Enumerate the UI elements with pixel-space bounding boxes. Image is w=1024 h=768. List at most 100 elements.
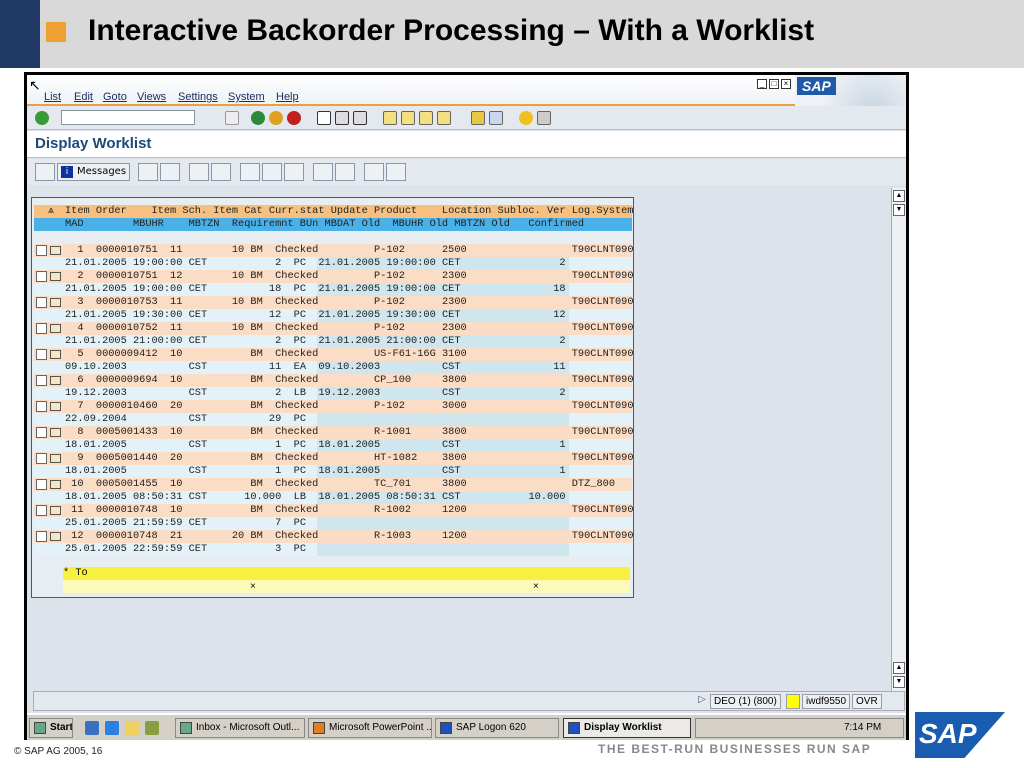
- row-select-checkbox[interactable]: [36, 297, 47, 308]
- page-down-icon[interactable]: ▼: [893, 204, 905, 216]
- folder-icon[interactable]: [50, 350, 61, 359]
- table-row[interactable]: 7 0000010460 20 BM Checked P-102 3000 T90CLNT09…: [34, 400, 634, 413]
- layout-menu-icon[interactable]: [537, 111, 551, 125]
- menu-list[interactable]: List: [44, 91, 61, 103]
- maximize-icon[interactable]: □: [769, 79, 779, 89]
- folder-icon[interactable]: [50, 454, 61, 463]
- row-select-checkbox[interactable]: [36, 505, 47, 516]
- status-expand-icon[interactable]: ▷: [698, 694, 706, 705]
- folder-icon[interactable]: [50, 298, 61, 307]
- find-icon[interactable]: [335, 111, 349, 125]
- row-select-checkbox[interactable]: [36, 401, 47, 412]
- status-session-icon[interactable]: [786, 694, 800, 709]
- command-field[interactable]: [61, 110, 195, 125]
- row-select-checkbox[interactable]: [36, 375, 47, 386]
- menu-help[interactable]: Help: [276, 91, 299, 103]
- exit-icon[interactable]: [269, 111, 283, 125]
- menu-views[interactable]: Views: [137, 91, 166, 103]
- minimize-icon[interactable]: _: [757, 79, 767, 89]
- export-button[interactable]: [386, 163, 406, 181]
- help-icon[interactable]: [519, 111, 533, 125]
- quicklaunch-outlook-icon[interactable]: [145, 721, 159, 735]
- folder-icon[interactable]: [50, 402, 61, 411]
- messages-button[interactable]: i Messages: [57, 163, 131, 181]
- save-layout-button[interactable]: [284, 163, 304, 181]
- menu-goto[interactable]: Goto: [103, 91, 127, 103]
- create-session-icon[interactable]: [471, 111, 485, 125]
- sort-descending-button[interactable]: [211, 163, 231, 181]
- folder-icon[interactable]: [50, 506, 61, 515]
- subtotal-button[interactable]: [335, 163, 355, 181]
- folder-icon[interactable]: [50, 246, 61, 255]
- status-mode[interactable]: OVR: [852, 694, 882, 709]
- table-row[interactable]: 4 0000010752 11 10 BM Checked P-102 2300 T90CLNT…: [34, 322, 634, 335]
- previous-page-icon[interactable]: [401, 111, 415, 125]
- save-icon[interactable]: [225, 111, 239, 125]
- next-page-icon[interactable]: [419, 111, 433, 125]
- quicklaunch-explorer-icon[interactable]: [125, 721, 139, 735]
- table-row[interactable]: 12 0000010748 21 20 BM Checked R-1003 1200 T90CL…: [34, 530, 634, 543]
- folder-icon[interactable]: [50, 324, 61, 333]
- table-row[interactable]: 8 0005001433 10 BM Checked R-1001 3800 T90CLNT0…: [34, 426, 634, 439]
- row-select-checkbox[interactable]: [36, 245, 47, 256]
- back-icon[interactable]: [251, 111, 265, 125]
- folder-icon[interactable]: [50, 376, 61, 385]
- filter-button[interactable]: [160, 163, 180, 181]
- task-outlook[interactable]: Inbox - Microsoft Outl...: [175, 718, 305, 738]
- page-up-icon[interactable]: ▲: [893, 662, 905, 674]
- table-row[interactable]: 5 0000009412 10 BM Checked US-F61-16G 3100 T90C…: [34, 348, 634, 361]
- find-next-icon[interactable]: [353, 111, 367, 125]
- table-row[interactable]: 2 0000010751 12 10 BM Checked P-102 2300 T90CLNT…: [34, 270, 634, 283]
- row-select-checkbox[interactable]: [36, 271, 47, 282]
- table-row[interactable]: 9 0005001440 20 BM Checked HT-1082 3800 T90CLNT…: [34, 452, 634, 465]
- row-select-checkbox[interactable]: [36, 531, 47, 542]
- details-button[interactable]: [35, 163, 55, 181]
- cell-mad: 21.01.2005 21:00:00 CET: [65, 335, 208, 347]
- cell-n: 11: [71, 504, 84, 516]
- sum-button[interactable]: [313, 163, 333, 181]
- cell-mbdat: 09.10.2003: [318, 361, 381, 373]
- table-row[interactable]: 3 0000010753 11 10 BM Checked P-102 2300 T90CLNT…: [34, 296, 634, 309]
- last-page-icon[interactable]: [437, 111, 451, 125]
- table-row[interactable]: 6 0000009694 10 BM Checked CP_100 3800 T90CLNT0…: [34, 374, 634, 387]
- sort-icon[interactable]: ⩓: [48, 205, 54, 218]
- row-select-checkbox[interactable]: [36, 427, 47, 438]
- task-display-worklist[interactable]: Display Worklist: [563, 718, 691, 738]
- row-select-checkbox[interactable]: [36, 323, 47, 334]
- row-select-checkbox[interactable]: [36, 479, 47, 490]
- table-row[interactable]: 11 0000010748 10 BM Checked R-1002 1200 T90CLNT…: [34, 504, 634, 517]
- task-powerpoint[interactable]: Microsoft PowerPoint ...: [308, 718, 432, 738]
- shortcut-icon[interactable]: [489, 111, 503, 125]
- sort-ascending-button[interactable]: [189, 163, 209, 181]
- task-sap-logon[interactable]: SAP Logon 620: [435, 718, 559, 738]
- cell-item: 20: [170, 452, 183, 464]
- print-preview-button[interactable]: [364, 163, 384, 181]
- scroll-up-icon[interactable]: ▲: [893, 190, 905, 202]
- row-select-checkbox[interactable]: [36, 453, 47, 464]
- folder-icon[interactable]: [50, 480, 61, 489]
- folder-icon[interactable]: [50, 272, 61, 281]
- change-layout-button[interactable]: [240, 163, 260, 181]
- table-row[interactable]: 10 0005001455 10 BM Checked TC_701 3800 DTZ_800: [34, 478, 632, 491]
- menu-edit[interactable]: Edit: [74, 91, 93, 103]
- menu-settings[interactable]: Settings: [178, 91, 218, 103]
- scroll-down-icon[interactable]: ▼: [893, 676, 905, 688]
- close-icon[interactable]: ×: [781, 79, 791, 89]
- folder-icon[interactable]: [50, 532, 61, 541]
- start-button[interactable]: Start: [29, 718, 73, 738]
- quicklaunch-ie-icon[interactable]: [105, 721, 119, 735]
- first-page-icon[interactable]: [383, 111, 397, 125]
- print-icon[interactable]: [317, 111, 331, 125]
- enter-icon[interactable]: [35, 111, 49, 125]
- vertical-scrollbar[interactable]: ▲ ▼ ▲ ▼: [891, 188, 906, 691]
- row-select-checkbox[interactable]: [36, 349, 47, 360]
- table-row[interactable]: 1 0000010751 11 10 BM Checked P-102 2500 T90CLNT…: [34, 244, 634, 257]
- select-layout-button[interactable]: [262, 163, 282, 181]
- cancel-icon[interactable]: [287, 111, 301, 125]
- menu-system[interactable]: System: [228, 91, 265, 103]
- zoom-button[interactable]: [138, 163, 158, 181]
- folder-icon[interactable]: [50, 428, 61, 437]
- cell-item: 10: [170, 426, 183, 438]
- cell-sch: 10: [231, 296, 245, 308]
- quicklaunch-desktop-icon[interactable]: [85, 721, 99, 735]
